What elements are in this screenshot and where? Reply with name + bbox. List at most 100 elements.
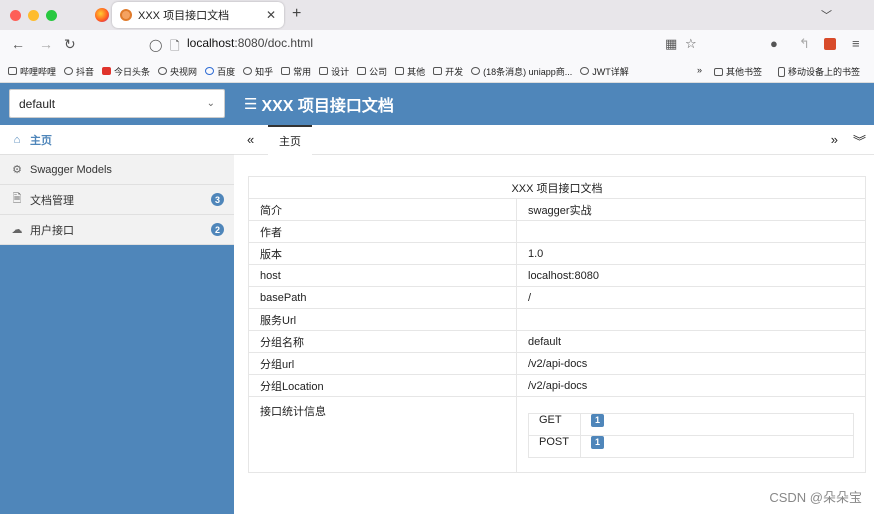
- tab-label: 主页: [279, 136, 301, 148]
- document-icon: 🗎: [12, 193, 22, 205]
- row-key: 作者: [248, 220, 517, 243]
- menu-icon[interactable]: ≡: [852, 36, 860, 51]
- reload-icon[interactable]: ↻: [64, 36, 76, 53]
- navigation-bar: ← → ↻ ◯ 🗋 localhost:8080/doc.html ▦ ☆ ● …: [0, 30, 874, 60]
- row-value: /v2/api-docs: [516, 352, 866, 375]
- table-title: XXX 项目接口文档: [248, 176, 866, 199]
- table-row: 版本 1.0: [248, 242, 866, 265]
- mobile-icon: [777, 66, 785, 77]
- table-row: 分组Location/v2/api-docs: [248, 374, 866, 397]
- forward-icon[interactable]: →: [39, 36, 53, 52]
- bookmark-label: 知乎: [255, 66, 274, 77]
- bookmark-label: 百度: [217, 66, 236, 77]
- stats-label: 接口统计信息: [248, 396, 517, 473]
- back-icon[interactable]: ←: [11, 36, 25, 52]
- scroll-left-icon[interactable]: «: [247, 132, 254, 147]
- bookmark-label: 移动设备上的书签: [787, 67, 860, 77]
- stats-method-row: GET 1: [528, 413, 854, 436]
- home-icon: ⌂: [13, 133, 21, 146]
- extension-icon[interactable]: [824, 38, 836, 50]
- bookmark-folder[interactable]: 设计: [319, 65, 349, 78]
- bookmark-label: 哔哩哔哩: [20, 66, 57, 77]
- browser-tab-strip: XXX 项目接口文档 ✕ + ﹀: [0, 0, 874, 30]
- http-method: GET: [528, 413, 581, 436]
- window-controls: [10, 9, 57, 21]
- sidebar-item-label: Swagger Models: [30, 163, 112, 176]
- minimize-window-button[interactable]: [28, 9, 39, 21]
- list-tabs-icon[interactable]: ﹀: [821, 7, 832, 23]
- bookmark-item[interactable]: (18条消息) uniapp商...: [471, 65, 572, 78]
- bookmark-label: 常用: [293, 66, 312, 77]
- bookmark-item[interactable]: 今日头条: [102, 65, 150, 78]
- close-tab-icon[interactable]: ✕: [266, 8, 276, 22]
- sidebar-item-doc-management[interactable]: 🗎 文档管理 3: [0, 185, 234, 215]
- folder-icon: [713, 67, 723, 76]
- bookmark-folder[interactable]: 公司: [357, 65, 387, 78]
- browser-tab[interactable]: XXX 项目接口文档 ✕: [112, 2, 284, 28]
- table-row: basePath /: [248, 286, 866, 309]
- globe-icon: [158, 67, 168, 75]
- reply-icon[interactable]: ↰: [799, 36, 810, 52]
- zoom-window-button[interactable]: [46, 9, 57, 21]
- bookmark-label: JWT详解: [592, 66, 629, 77]
- baidu-paw-icon: [205, 67, 215, 75]
- row-key: 版本: [248, 242, 517, 265]
- watermark: CSDN @朵朵宝: [769, 490, 862, 505]
- bookmarks-right: » 其他书签 移动设备上的书签: [697, 65, 868, 78]
- bookmark-label: 其他: [407, 66, 426, 77]
- close-window-button[interactable]: [10, 9, 21, 21]
- tab-home[interactable]: 主页: [268, 125, 312, 155]
- bookmark-item[interactable]: 央视网: [158, 65, 197, 78]
- bookmark-folder[interactable]: 常用: [281, 65, 311, 78]
- sidebar-item-user-api[interactable]: ☁ 用户接口 2: [0, 215, 234, 245]
- new-tab-icon[interactable]: +: [292, 5, 301, 23]
- row-value: /v2/api-docs: [516, 374, 866, 397]
- globe-icon: [471, 67, 481, 75]
- bookmark-folder[interactable]: 其他: [395, 65, 425, 78]
- method-stats-table: GET 1 POST 1: [528, 413, 854, 458]
- bookmark-folder[interactable]: 移动设备上的书签: [777, 65, 860, 78]
- bookmark-label: 开发: [445, 66, 464, 77]
- table-row: 服务Url: [248, 308, 866, 331]
- row-key: 分组名称: [248, 330, 517, 353]
- bookmark-item[interactable]: 抖音: [64, 65, 94, 78]
- folder-icon: [281, 67, 291, 75]
- chevron-down-icon: ⌄: [206, 98, 215, 109]
- row-key: 分组Location: [248, 374, 517, 397]
- group-select-container: default ⌄: [0, 83, 234, 125]
- stats-row: 接口统计信息 GET 1 POST 1: [248, 396, 866, 473]
- more-bookmarks-icon[interactable]: »: [697, 65, 702, 78]
- group-select[interactable]: default ⌄: [9, 89, 225, 118]
- scroll-right-icon[interactable]: »: [831, 132, 838, 147]
- url-field[interactable]: localhost:8080/doc.html: [187, 36, 313, 50]
- bookmark-item[interactable]: 百度: [205, 65, 235, 78]
- firefox-icon[interactable]: [95, 8, 109, 22]
- bookmark-folder[interactable]: 其他书签: [713, 65, 762, 78]
- doc-tab-bar: « 主页 » ︾: [234, 125, 874, 155]
- sidebar-item-home[interactable]: ⌂ 主页: [0, 125, 234, 155]
- bookmark-item[interactable]: 哔哩哔哩: [8, 65, 56, 78]
- bookmark-label: 公司: [369, 66, 388, 77]
- sidebar-item-label: 主页: [30, 134, 52, 147]
- bookmarks-bar: 哔哩哔哩 抖音 今日头条 央视网 百度 知乎 常用 设计 公司 其他 开发 (1…: [0, 60, 874, 83]
- shield-icon[interactable]: ◯: [149, 38, 162, 52]
- url-host: localhost: [187, 36, 235, 50]
- row-value: swagger实战: [516, 198, 866, 221]
- sidebar-item-swagger-models[interactable]: ⚙ Swagger Models: [0, 155, 234, 185]
- bookmark-folder[interactable]: 开发: [433, 65, 463, 78]
- tab-title: XXX 项目接口文档: [138, 10, 230, 22]
- qr-code-icon[interactable]: ▦: [665, 36, 677, 52]
- table-row: 作者: [248, 220, 866, 243]
- bookmark-item[interactable]: JWT详解: [580, 65, 629, 78]
- sidebar-background: [0, 249, 234, 514]
- bookmark-item[interactable]: 知乎: [243, 65, 273, 78]
- menu-toggle-icon[interactable]: ☰: [244, 95, 257, 113]
- bookmark-label: 其他书签: [725, 67, 762, 77]
- tab-menu-icon[interactable]: ︾: [853, 131, 866, 150]
- notification-icon[interactable]: ●: [770, 36, 778, 51]
- bookmark-star-icon[interactable]: ☆: [685, 36, 697, 52]
- row-value: /: [516, 286, 866, 309]
- app-header: default ⌄ ☰ XXX 项目接口文档: [0, 83, 874, 125]
- row-value: localhost:8080: [516, 264, 866, 287]
- bilibili-icon: [8, 67, 17, 75]
